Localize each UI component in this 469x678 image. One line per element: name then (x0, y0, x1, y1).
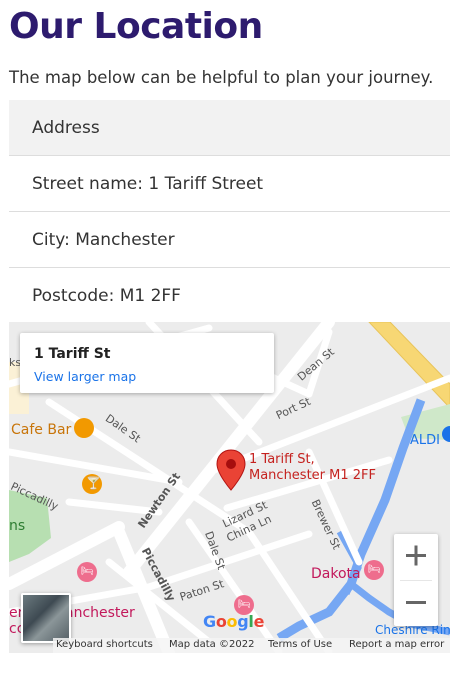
hotel-icon: 🛏 (81, 566, 94, 577)
keyboard-shortcuts-link[interactable]: Keyboard shortcuts (56, 639, 153, 650)
plus-icon (406, 545, 426, 566)
table-row: City: Manchester (9, 211, 450, 268)
hotel-icon: 🛏 (368, 564, 381, 575)
poi-label: ns (9, 518, 26, 534)
embedded-map[interactable]: ☕ 🍸 🛏 🛏 🛏 ks Dean St Port St Dale St Caf… (9, 322, 450, 653)
intro-text: The map below can be helpful to plan you… (9, 68, 434, 87)
minus-icon (406, 601, 426, 604)
cocktail-icon: 🍸 (86, 476, 101, 490)
poi-manchester[interactable]: anchester (65, 605, 135, 621)
zoom-controls (394, 534, 438, 626)
table-row: Street name: 1 Tariff Street (9, 155, 450, 212)
poi-dakota[interactable]: Dakota (311, 566, 361, 582)
map-data-text: Map data ©2022 (169, 639, 255, 650)
street-name-cell: Street name: 1 Tariff Street (9, 155, 450, 212)
terms-of-use-link[interactable]: Terms of Use (268, 639, 332, 650)
zoom-out-button[interactable] (394, 581, 438, 626)
page-title: Our Location (9, 6, 263, 47)
zoom-in-button[interactable] (394, 534, 438, 579)
poi-aldi[interactable]: ALDI (410, 433, 440, 448)
pin-label-line2: Manchester M1 2FF (249, 468, 376, 483)
map-attribution-bar: Keyboard shortcuts Map data ©2022 Terms … (53, 638, 450, 653)
address-table: Address Street name: 1 Tariff Street Cit… (9, 100, 450, 323)
city-cell: City: Manchester (9, 211, 450, 268)
place-info-card: 1 Tariff St View larger map (20, 333, 274, 393)
postcode-cell: Postcode: M1 2FF (32, 285, 181, 306)
address-table-header: Address (9, 100, 450, 156)
place-name: 1 Tariff St (34, 346, 111, 362)
report-map-error-link[interactable]: Report a map error (349, 639, 444, 650)
poi-cafe-bar[interactable]: Cafe Bar (11, 422, 71, 438)
hotel-icon: 🛏 (238, 599, 251, 610)
google-logo: Google (203, 612, 265, 631)
address-table-header-row: Address (9, 100, 450, 156)
pin-label-line1: 1 Tariff St, (249, 452, 315, 467)
table-row: Postcode: M1 2FF (9, 268, 450, 324)
satellite-toggle[interactable] (21, 593, 71, 643)
view-larger-map-link[interactable]: View larger map (34, 369, 136, 384)
